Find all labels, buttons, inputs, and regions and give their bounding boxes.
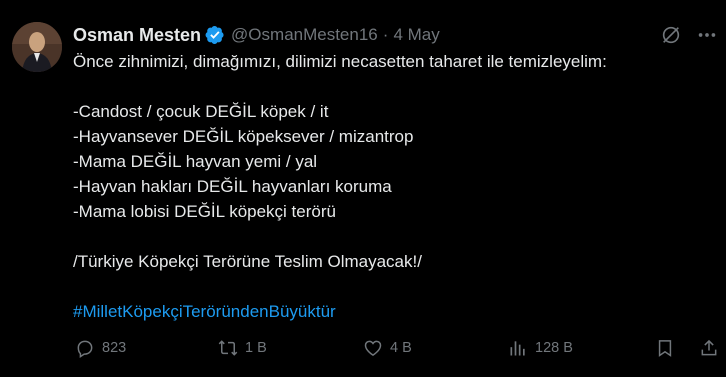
bookmark-button[interactable] <box>655 338 682 358</box>
avatar[interactable] <box>12 22 62 72</box>
tweet-line: -Mama lobisi DEĞİL köpekçi terörü <box>73 202 336 221</box>
bookmark-icon <box>658 340 672 357</box>
view-count: 128 B <box>535 340 573 356</box>
share-icon <box>701 339 717 356</box>
views-icon <box>510 341 525 356</box>
repost-button[interactable]: 1 B <box>218 338 267 358</box>
reply-count: 823 <box>102 340 127 356</box>
repost-count: 1 B <box>245 340 267 356</box>
like-button[interactable]: 4 B <box>363 338 412 358</box>
hashtag-link[interactable]: #MilletKöpekçiTeröründenBüyüktür <box>73 299 713 324</box>
reply-icon <box>77 340 93 358</box>
post-date[interactable]: 4 May <box>393 25 439 45</box>
grok-icon[interactable] <box>660 24 682 46</box>
more-icon[interactable] <box>696 24 718 46</box>
like-count: 4 B <box>390 340 412 356</box>
heart-icon <box>364 340 382 356</box>
verified-badge-icon <box>205 26 224 44</box>
tweet: Osman Mesten @OsmanMesten16 · 4 May Önce… <box>0 0 726 377</box>
tweet-line: Önce zihnimizi, dimağımızı, dilimizi nec… <box>73 52 607 71</box>
reply-button[interactable]: 823 <box>75 338 126 358</box>
tweet-line: -Mama DEĞİL hayvan yemi / yal <box>73 152 318 171</box>
tweet-line: -Candost / çocuk DEĞİL köpek / it <box>73 102 329 121</box>
author-name[interactable]: Osman Mesten <box>73 25 201 46</box>
views-button[interactable]: 128 B <box>508 338 573 358</box>
header-separator: · <box>382 25 389 44</box>
tweet-text: Önce zihnimizi, dimağımızı, dilimizi nec… <box>73 49 713 324</box>
repost-icon <box>218 340 238 356</box>
tweet-line: -Hayvan hakları DEĞİL hayvanları koruma <box>73 177 392 196</box>
tweet-header: Osman Mesten @OsmanMesten16 · 4 May <box>73 22 440 48</box>
tweet-line: -Hayvansever DEĞİL köpeksever / mizantro… <box>73 127 414 146</box>
author-handle[interactable]: @OsmanMesten16 <box>231 25 378 45</box>
share-button[interactable] <box>699 338 726 358</box>
tweet-line: /Türkiye Köpekçi Terörüne Teslim Olmayac… <box>73 252 422 271</box>
action-bar: 823 1 B 4 B 128 B <box>75 338 717 362</box>
